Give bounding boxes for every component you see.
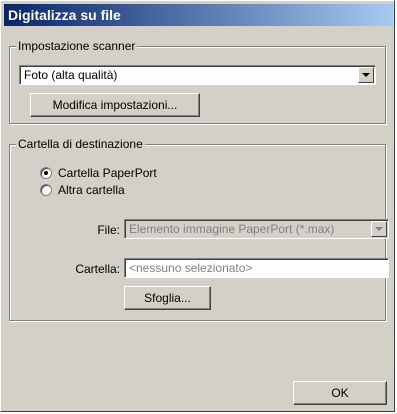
folder-label: Cartella: — [75, 262, 120, 276]
ok-button-label: OK — [331, 386, 349, 400]
file-type-dropdown-button[interactable] — [371, 221, 387, 237]
folder-path-placeholder: <nessuno selezionato> — [129, 261, 253, 275]
modify-settings-label: Modifica impostazioni... — [52, 98, 178, 112]
scanner-settings-group: Impostazione scanner Foto (alta qualità)… — [9, 39, 386, 124]
dialog-window: Digitalizza su file Impostazione scanner… — [0, 0, 395, 412]
radio-paperport-label: Cartella PaperPort — [58, 166, 157, 180]
radio-other-label: Altra cartella — [58, 183, 125, 197]
window-title: Digitalizza su file — [8, 7, 121, 23]
chevron-down-icon — [362, 73, 370, 77]
radio-other-folder[interactable]: Altra cartella — [40, 182, 190, 198]
chevron-down-icon — [375, 227, 383, 231]
file-type-combo[interactable]: Elemento immagine PaperPort (*.max) — [124, 219, 389, 239]
scan-mode-dropdown-button[interactable] — [358, 67, 374, 83]
file-label: File: — [97, 223, 120, 237]
ok-button[interactable]: OK — [293, 381, 387, 405]
radio-unselected-icon[interactable] — [40, 184, 52, 196]
title-bar[interactable]: Digitalizza su file — [4, 4, 393, 26]
destination-folder-label: Cartella di destinazione — [16, 137, 145, 151]
scan-mode-value: Foto (alta qualità) — [24, 68, 118, 82]
browse-button[interactable]: Sfoglia... — [124, 286, 211, 310]
scanner-settings-label: Impostazione scanner — [16, 39, 138, 53]
radio-paperport-folder[interactable]: Cartella PaperPort — [40, 165, 190, 181]
scan-mode-combo[interactable]: Foto (alta qualità) — [19, 65, 376, 85]
modify-settings-button[interactable]: Modifica impostazioni... — [30, 93, 200, 117]
file-type-value: Elemento immagine PaperPort (*.max) — [129, 222, 335, 236]
radio-selected-icon[interactable] — [40, 167, 52, 179]
destination-folder-group: Cartella di destinazione Cartella PaperP… — [9, 137, 389, 321]
folder-path-field[interactable]: <nessuno selezionato> — [124, 258, 389, 278]
browse-button-label: Sfoglia... — [144, 291, 191, 305]
